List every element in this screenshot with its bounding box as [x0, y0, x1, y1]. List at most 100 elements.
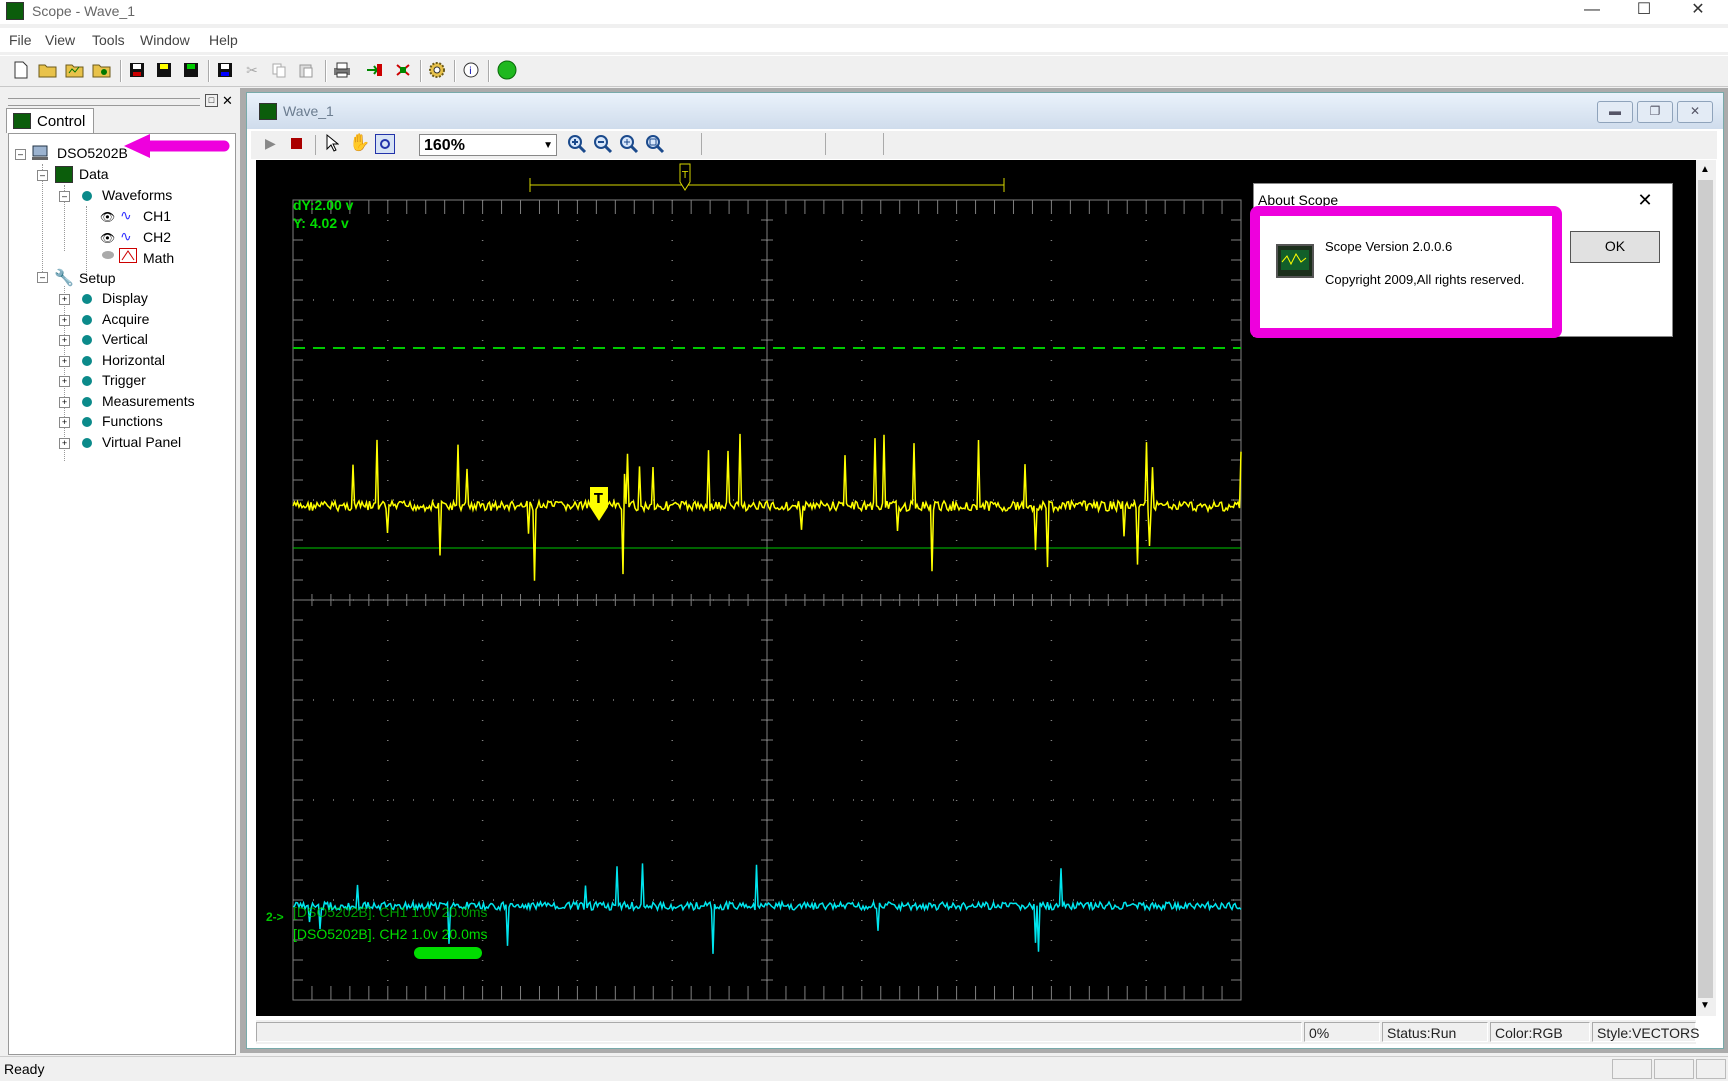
app-logo-icon — [1276, 244, 1314, 278]
expand-toggle[interactable]: + — [59, 438, 70, 449]
panel-float-button[interactable]: □ — [205, 94, 218, 107]
computer-icon — [31, 145, 49, 161]
timebase-bracket: T — [529, 163, 1005, 192]
play-icon[interactable]: ▶ — [265, 135, 276, 152]
tree-item-math[interactable]: Math — [143, 250, 174, 266]
tree-item-ch2[interactable]: CH2 — [143, 229, 171, 245]
tree-item-virtual-panel[interactable]: Virtual Panel — [102, 434, 181, 450]
zoom-in-icon[interactable] — [567, 134, 587, 157]
menu-window[interactable]: Window — [140, 32, 190, 48]
zoom-region-icon[interactable] — [375, 134, 395, 154]
open-wave-icon[interactable] — [64, 59, 86, 81]
app-icon — [6, 2, 24, 20]
zoom-fit-icon[interactable] — [619, 134, 639, 157]
expand-toggle[interactable]: + — [59, 376, 70, 387]
math-hidden-eye-icon[interactable] — [102, 251, 114, 259]
zoom-select[interactable]: 160% ▼ — [419, 134, 557, 156]
wave-restore-button[interactable]: ❐ — [1637, 101, 1673, 123]
toolbar-separator — [325, 60, 327, 82]
tree-item-horizontal[interactable]: Horizontal — [102, 352, 165, 368]
save-wave-icon[interactable] — [153, 59, 175, 81]
new-file-icon[interactable] — [10, 59, 32, 81]
tree-item-waveforms[interactable]: Waveforms — [102, 187, 172, 203]
paste-icon[interactable] — [295, 59, 317, 81]
close-button[interactable]: ✕ — [1672, 0, 1724, 22]
minimize-button[interactable]: — — [1566, 0, 1618, 22]
menu-help[interactable]: Help — [209, 32, 238, 48]
tree-item-display[interactable]: Display — [102, 290, 148, 306]
tree-item-functions[interactable]: Functions — [102, 413, 163, 429]
menu-bar: File View Tools Window Help — [0, 28, 1728, 52]
collapse-root-toggle[interactable]: – — [15, 149, 26, 160]
vertical-scrollbar[interactable]: ▲ ▼ — [1696, 160, 1716, 1016]
scroll-up-arrow[interactable]: ▲ — [1700, 164, 1710, 175]
annotation-arrow — [124, 134, 230, 158]
settings-gear-icon[interactable] — [426, 59, 448, 81]
panel-grip[interactable] — [8, 98, 200, 106]
open-setup-icon[interactable] — [91, 59, 113, 81]
about-dialog: About Scope ✕ Scope Version 2.0.0.6 Copy… — [1250, 183, 1673, 338]
resize-grip-icon[interactable] — [1696, 1059, 1726, 1079]
acquire-node-icon — [82, 315, 92, 325]
ch1-scale-label: [DSO5202B]. CH1 1.0v 20.0ms — [293, 904, 488, 920]
expand-toggle[interactable]: + — [59, 397, 70, 408]
collapse-setup-toggle[interactable]: – — [37, 272, 48, 283]
menu-view[interactable]: View — [45, 32, 75, 48]
expand-toggle[interactable]: + — [59, 335, 70, 346]
zoom-reset-icon[interactable] — [645, 134, 665, 157]
about-close-icon[interactable]: ✕ — [1632, 188, 1658, 212]
status-pane — [1612, 1059, 1652, 1079]
scroll-down-arrow[interactable]: ▼ — [1700, 1000, 1710, 1011]
expand-toggle[interactable]: + — [59, 356, 70, 367]
zoom-value: 160% — [424, 137, 465, 154]
ch2-scale-label: [DSO5202B]. CH2 1.0v 20.0ms — [293, 926, 488, 942]
trigger-marker[interactable]: T — [590, 487, 608, 521]
menu-tools[interactable]: Tools — [92, 32, 125, 48]
scroll-thumb[interactable] — [1698, 180, 1713, 998]
tree-item-acquire[interactable]: Acquire — [102, 311, 149, 327]
maximize-button[interactable]: ☐ — [1618, 0, 1670, 22]
wave-close-button[interactable]: ✕ — [1677, 101, 1713, 123]
tab-control[interactable]: Control — [6, 108, 94, 133]
ch2-visible-eye-icon[interactable]: 👁 — [100, 231, 115, 245]
expand-toggle[interactable]: + — [59, 294, 70, 305]
toolbar-separator — [488, 60, 490, 82]
toolbar-separator — [420, 60, 422, 82]
collapse-data-toggle[interactable]: – — [37, 170, 48, 181]
tree-item-setup[interactable]: Setup — [79, 270, 116, 286]
connect-icon[interactable] — [363, 59, 385, 81]
ch1-visible-eye-icon[interactable]: 👁 — [100, 210, 115, 224]
wave-minimize-button[interactable]: ▬ — [1597, 101, 1633, 123]
collapse-waveforms-toggle[interactable]: – — [59, 191, 70, 202]
disconnect-icon[interactable] — [392, 59, 414, 81]
expand-toggle[interactable]: + — [59, 315, 70, 326]
expand-toggle[interactable]: + — [59, 417, 70, 428]
panel-close-icon[interactable]: ✕ — [222, 93, 233, 109]
cut-icon[interactable]: ✂ — [241, 59, 263, 81]
tree-item-vertical[interactable]: Vertical — [102, 331, 148, 347]
wrench-icon: 🔧 — [54, 270, 74, 287]
save-icon[interactable] — [126, 59, 148, 81]
functions-node-icon — [82, 417, 92, 427]
horizontal-node-icon — [82, 356, 92, 366]
ok-button[interactable]: OK — [1570, 231, 1660, 263]
stop-icon[interactable] — [291, 138, 302, 149]
tree-item-data[interactable]: Data — [79, 166, 109, 182]
save-setup-icon[interactable] — [180, 59, 202, 81]
tree-root-device[interactable]: DSO5202B — [57, 145, 128, 161]
menu-file[interactable]: File — [9, 32, 32, 48]
display-node-icon — [82, 294, 92, 304]
tree-item-trigger[interactable]: Trigger — [102, 372, 146, 388]
open-folder-icon[interactable] — [37, 59, 59, 81]
tree-item-measurements[interactable]: Measurements — [102, 393, 195, 409]
control-tab-icon — [13, 113, 31, 129]
print-icon[interactable] — [331, 59, 353, 81]
about-info-icon[interactable]: i — [460, 59, 482, 81]
tree-item-ch1[interactable]: CH1 — [143, 208, 171, 224]
save-as-icon[interactable] — [214, 59, 236, 81]
pan-hand-icon[interactable]: ✋ — [349, 133, 370, 153]
run-status-icon[interactable] — [496, 59, 518, 81]
zoom-out-icon[interactable] — [593, 134, 613, 157]
copy-icon[interactable] — [268, 59, 290, 81]
pointer-tool-icon[interactable] — [325, 133, 340, 158]
